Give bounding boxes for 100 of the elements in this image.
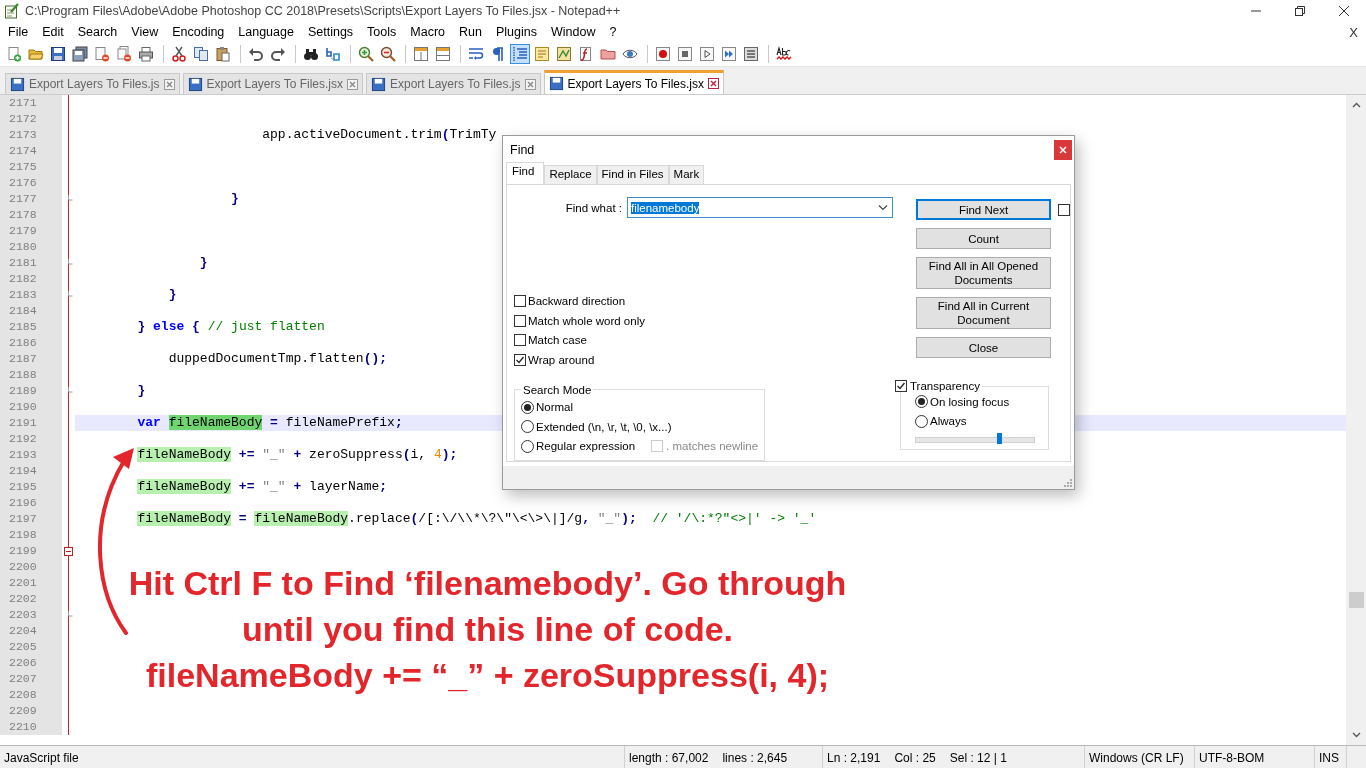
close-files-icon[interactable] xyxy=(114,44,134,64)
radio-button[interactable] xyxy=(521,400,534,414)
line-number: 2171 xyxy=(0,95,62,111)
dialog-button[interactable]: Close xyxy=(916,337,1051,358)
window-title: C:\Program Files\Adobe\Adobe Photoshop CC 2018\Presets\Scripts\Export Layers To Files.jsx - Notepad++ xyxy=(25,4,622,18)
tab[interactable]: Export Layers To Files.jsx xyxy=(543,70,724,94)
floppy-icon xyxy=(10,76,25,92)
group-title: Search Mode xyxy=(522,383,593,396)
document-icon[interactable] xyxy=(532,44,552,64)
floppy-icon[interactable] xyxy=(48,44,68,64)
play-icon[interactable] xyxy=(697,44,717,64)
checkbox-label: Transparency xyxy=(910,380,980,392)
floppy-icon xyxy=(371,76,386,92)
radio-button[interactable] xyxy=(915,414,928,428)
close-document-button[interactable]: X xyxy=(1349,24,1358,40)
menu-item[interactable]: Settings xyxy=(300,25,361,39)
line-number: 2189 xyxy=(0,383,62,399)
dialog-button[interactable]: Count xyxy=(916,228,1051,249)
tab-close-icon[interactable] xyxy=(347,78,358,90)
dropdown-icon[interactable] xyxy=(878,204,888,212)
menu-item[interactable]: Encoding xyxy=(165,25,232,39)
radio-button[interactable] xyxy=(521,439,534,453)
indent-icon[interactable] xyxy=(510,44,530,64)
tab[interactable]: Export Layers To Files.jsx xyxy=(182,73,363,94)
dialog-button[interactable]: Find All in Current Document xyxy=(916,297,1051,329)
checkbox[interactable] xyxy=(514,314,526,327)
checkbox[interactable] xyxy=(514,353,526,366)
checkbox[interactable] xyxy=(514,334,526,347)
status-text: INS xyxy=(1319,750,1339,765)
line-number: 2197 xyxy=(0,511,62,527)
dialog-button[interactable]: Find Next xyxy=(916,199,1051,220)
stop-icon[interactable] xyxy=(675,44,695,64)
printer-icon[interactable] xyxy=(136,44,156,64)
checkbox[interactable] xyxy=(1058,203,1070,216)
menu-item[interactable]: Run xyxy=(452,25,489,39)
status-text: Sel : 12 | 1 xyxy=(949,750,1007,765)
radio-button[interactable] xyxy=(521,420,534,434)
list-icon[interactable] xyxy=(741,44,761,64)
fast-forward-icon[interactable] xyxy=(719,44,739,64)
tab[interactable]: Find xyxy=(506,162,545,184)
line-number: 2192 xyxy=(0,431,62,447)
line-number: 2173 xyxy=(0,127,62,143)
floppies-icon[interactable] xyxy=(70,44,90,64)
radio-label: Always xyxy=(930,415,967,428)
code-line: var fileNameBody = fileNamePrefix; xyxy=(136,415,403,431)
status-text: Ln : 2,191 xyxy=(827,750,881,765)
radio-button[interactable] xyxy=(915,395,928,409)
line-number: 2180 xyxy=(0,239,62,255)
menu-item[interactable]: Macro xyxy=(403,25,453,39)
tab[interactable]: Export Layers To Files.js xyxy=(366,73,541,94)
menu-item[interactable]: Search xyxy=(70,25,125,39)
tab[interactable]: Replace xyxy=(544,165,597,184)
notepad-icon xyxy=(4,3,20,19)
scroll-up-icon[interactable] xyxy=(1351,101,1361,110)
code-line: } else { // just flatten xyxy=(136,319,325,335)
code-line: fileNameBody += "_" + layerName; xyxy=(136,479,388,495)
zoom-out-icon[interactable] xyxy=(378,44,398,64)
scrollbar-thumb[interactable] xyxy=(1348,592,1364,608)
menu-item[interactable]: Plugins xyxy=(488,25,544,39)
code-line: fileNameBody += "_" + zeroSuppress(i, 4); xyxy=(136,447,458,463)
close-file-icon[interactable] xyxy=(92,44,112,64)
scissors-icon[interactable] xyxy=(169,44,189,64)
collapse-icon[interactable] xyxy=(64,546,73,556)
map-icon[interactable] xyxy=(554,44,574,64)
tab-close-icon[interactable] xyxy=(163,78,175,90)
tab[interactable]: Mark xyxy=(668,165,705,184)
line-number: 2203 xyxy=(0,607,62,623)
menu-item[interactable]: Window xyxy=(543,25,603,39)
zoom-in-icon[interactable] xyxy=(356,44,376,64)
tab-close-icon[interactable] xyxy=(708,78,719,89)
line-number: 2208 xyxy=(0,687,62,703)
checkbox[interactable] xyxy=(514,295,526,308)
vertical-scrollbar[interactable] xyxy=(1346,95,1366,745)
copy-icon[interactable] xyxy=(191,44,211,64)
scroll-down-icon[interactable] xyxy=(1351,730,1361,739)
resize-grip-icon[interactable] xyxy=(1062,477,1072,487)
windows-icon[interactable] xyxy=(433,44,453,64)
dialog-button[interactable]: Find All in All Opened Documents xyxy=(916,257,1051,289)
menu-item[interactable]: Edit xyxy=(35,25,71,39)
menu-item[interactable]: Tools xyxy=(360,25,404,39)
windows-icon[interactable] xyxy=(411,44,431,64)
tab[interactable]: Export Layers To Files.js xyxy=(5,73,180,94)
slider-thumb[interactable] xyxy=(996,433,1002,444)
line-number: 2178 xyxy=(0,207,62,223)
radio-label: Regular expression xyxy=(536,440,636,453)
close-button[interactable] xyxy=(1054,139,1072,160)
menu-item[interactable]: Language xyxy=(231,25,301,39)
floppy-icon xyxy=(548,76,564,91)
clipboard-icon[interactable] xyxy=(213,44,233,64)
checkbox[interactable] xyxy=(895,380,907,392)
status-text: JavaScript file xyxy=(4,750,79,765)
tab[interactable]: Find in Files xyxy=(596,165,669,184)
menu-item[interactable]: View xyxy=(124,25,166,39)
menu-item[interactable]: File xyxy=(1,25,36,39)
checkbox-label: Match whole word only xyxy=(528,314,645,327)
tab-close-icon[interactable] xyxy=(524,78,536,90)
find-what-field[interactable]: filenamebody xyxy=(627,197,893,219)
menu-item[interactable]: ? xyxy=(602,25,624,39)
code-line: app.activeDocument.trim(TrimTy xyxy=(261,127,497,143)
record-icon[interactable] xyxy=(653,44,673,64)
